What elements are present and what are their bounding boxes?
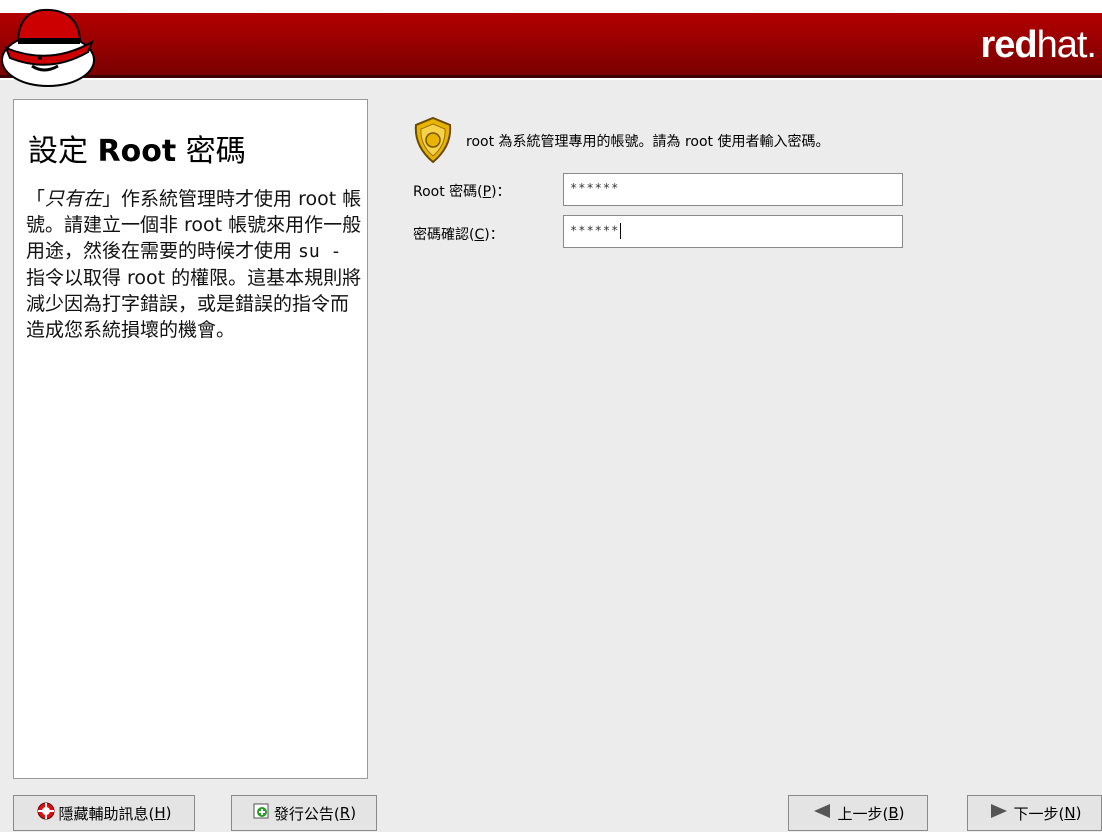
arrow-left-icon bbox=[811, 802, 833, 824]
lifebuoy-icon bbox=[37, 802, 55, 824]
help-title: 設定 Root 密碼 bbox=[28, 134, 246, 169]
help-text: 「只有在」作系統管理時才使用 root 帳號。請建立一個非 root 帳號來用作… bbox=[26, 188, 362, 341]
root-password-label: Root 密碼(P)： bbox=[413, 184, 511, 200]
security-badge-icon bbox=[414, 116, 452, 164]
header-band bbox=[0, 13, 1102, 78]
brand-wordmark: redhat. bbox=[980, 24, 1097, 66]
text-caret bbox=[620, 223, 622, 239]
release-notes-button[interactable]: 發行公告(R) bbox=[231, 795, 377, 831]
hide-help-button[interactable]: 隱藏輔助訊息(H) bbox=[13, 795, 195, 831]
confirm-password-label: 密碼確認(C)： bbox=[413, 227, 504, 243]
installer-header: redhat. bbox=[0, 0, 1102, 87]
redhat-logo bbox=[1, 8, 95, 87]
root-password-input[interactable]: ****** bbox=[563, 173, 903, 206]
next-button[interactable]: 下一步(N) bbox=[967, 795, 1102, 831]
intro-text: root 為系統管理專用的帳號。請為 root 使用者輸入密碼。 bbox=[466, 134, 830, 150]
help-panel: 設定 Root 密碼 「只有在」作系統管理時才使用 root 帳號。請建立一個非… bbox=[13, 99, 368, 779]
notes-icon bbox=[252, 802, 270, 824]
back-button[interactable]: 上一步(B) bbox=[788, 795, 928, 831]
confirm-password-input[interactable]: ****** bbox=[563, 215, 903, 248]
arrow-right-icon bbox=[988, 802, 1010, 824]
